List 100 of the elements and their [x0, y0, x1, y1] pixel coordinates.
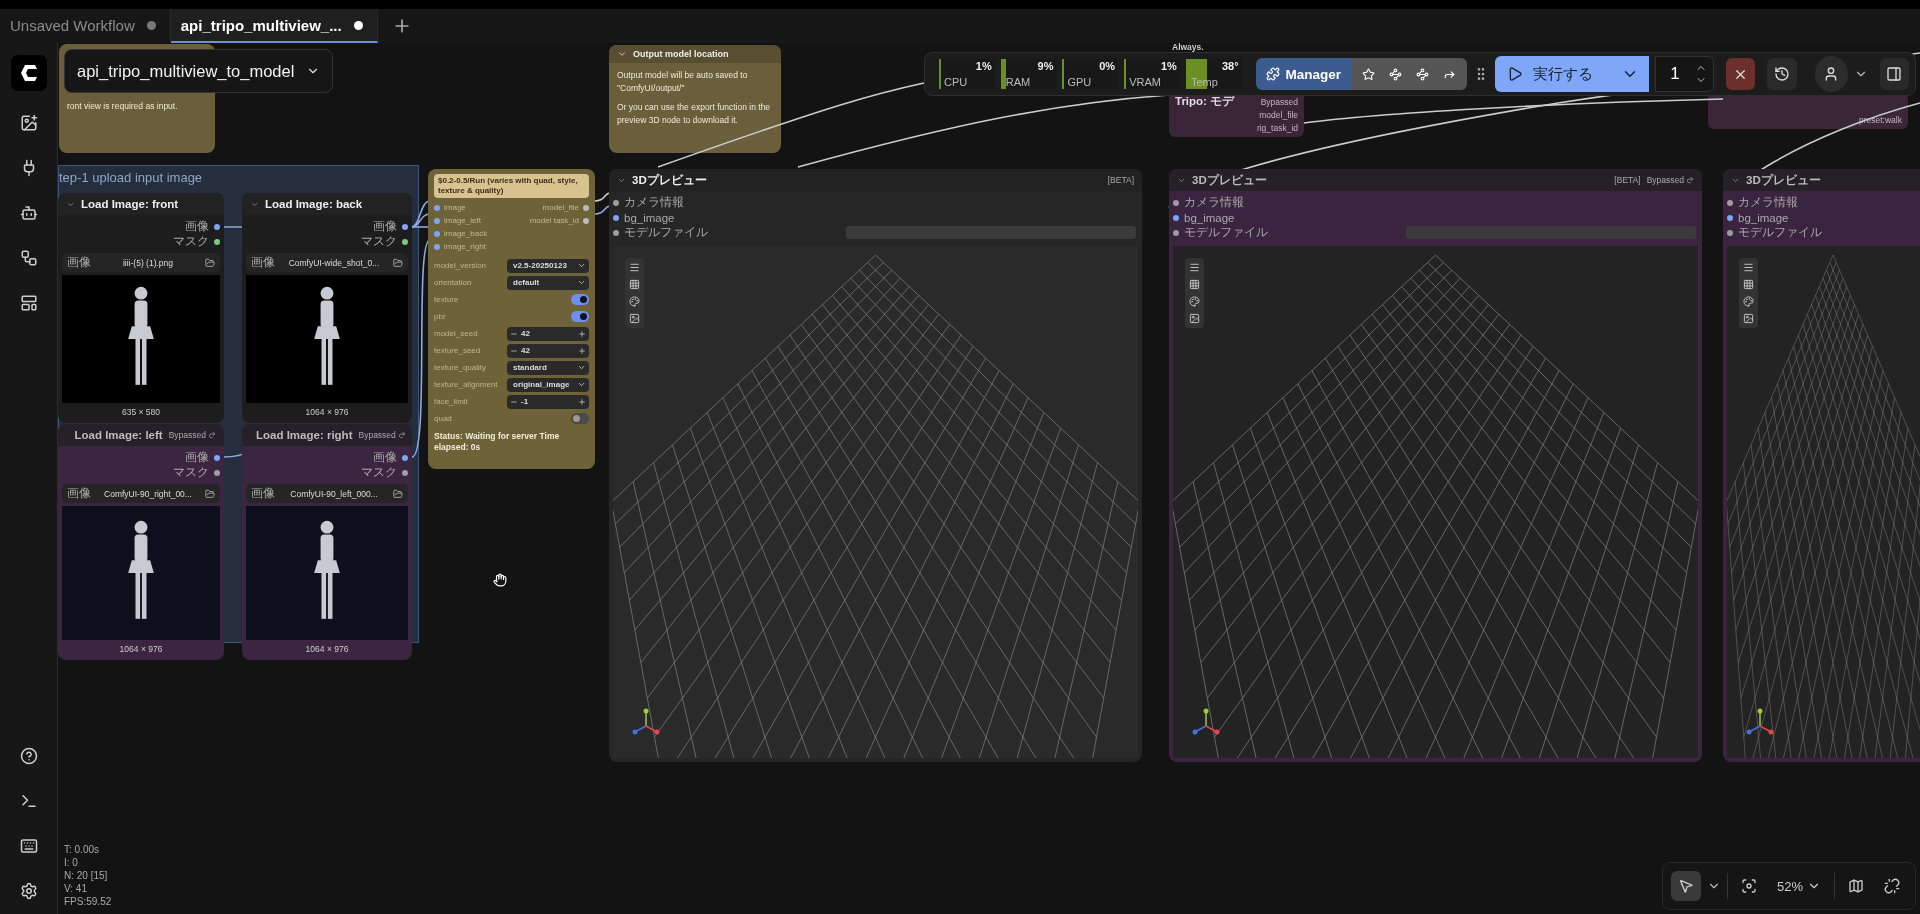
widget-label: pbr: [434, 312, 447, 321]
workflow-tab[interactable]: api_tripo_multiview_...: [170, 9, 378, 43]
slot-dot[interactable]: [1173, 214, 1179, 221]
system-stat-meter: 9% RAM: [1000, 59, 1057, 89]
nodes-icon[interactable]: [1416, 67, 1430, 81]
palette-icon[interactable]: [1743, 296, 1754, 307]
run-button[interactable]: 実行する: [1495, 56, 1650, 92]
image-file-field[interactable]: 画像 ComfyUI-wide_shot_0...: [246, 253, 408, 272]
zoom-menu-button[interactable]: 52%: [1769, 871, 1828, 901]
number-field[interactable]: 42: [507, 326, 589, 341]
grid-icon[interactable]: [1189, 279, 1200, 290]
number-field[interactable]: -1: [507, 394, 589, 409]
template-icon[interactable]: [19, 294, 38, 312]
toggle-switch[interactable]: [571, 413, 589, 424]
image-icon[interactable]: [19, 114, 38, 132]
system-stat-meter: 0% GPU: [1062, 59, 1119, 89]
plus-icon[interactable]: [578, 346, 586, 355]
input-slot-label: モデルファイル: [1738, 225, 1822, 240]
star-icon[interactable]: [1362, 67, 1376, 81]
combo-field[interactable]: v2.5-20250123: [507, 258, 589, 273]
render-stat-text: T: 0.00s: [64, 843, 101, 856]
folder-icon[interactable]: [205, 257, 215, 268]
grid-icon[interactable]: [629, 279, 640, 290]
slot-dot[interactable]: [1727, 214, 1733, 221]
menu-icon[interactable]: [1189, 262, 1200, 273]
image-file-field[interactable]: 画像 ComfyUI-90_right_00...: [62, 484, 220, 503]
image-file-field[interactable]: 画像 iiii-(5) (1).png: [62, 253, 220, 272]
combo-field[interactable]: original_image: [507, 377, 589, 392]
render-stat-text: V: 41: [64, 882, 88, 895]
folder-icon[interactable]: [393, 257, 403, 268]
panel-toggle-button[interactable]: [1879, 58, 1909, 90]
slot-dot[interactable]: [613, 199, 619, 206]
image-size-text: 1064 × 976: [304, 643, 350, 656]
node-title: 3Dプレビュー: [1746, 172, 1822, 188]
nodes-icon[interactable]: [1389, 67, 1403, 81]
pointer-tool-button[interactable]: [1670, 871, 1701, 901]
folder-icon[interactable]: [205, 488, 215, 499]
widget-label: orientation: [434, 278, 473, 287]
redo-icon: [397, 431, 406, 439]
output-slot-label: マスク: [173, 465, 209, 480]
link-wire: [594, 192, 611, 202]
output-slot-label: 画像: [185, 219, 209, 234]
toggle-switch[interactable]: [571, 294, 589, 305]
menu-icon[interactable]: [629, 262, 640, 273]
keyboard-icon[interactable]: [19, 837, 38, 855]
map-icon[interactable]: [1848, 878, 1864, 894]
logo-icon[interactable]: [10, 55, 47, 91]
slot-dot[interactable]: [214, 454, 220, 461]
toggle-switch[interactable]: [571, 311, 589, 322]
image-size-text: 635 × 580: [120, 406, 162, 419]
bypassed-label: Bypassed: [1646, 175, 1694, 185]
workflow-icon[interactable]: [19, 249, 38, 267]
history-button[interactable]: [1767, 58, 1797, 90]
image-file-field[interactable]: 画像 ComfyUI-90_left_000...: [246, 484, 408, 503]
slot-dot[interactable]: [214, 238, 220, 245]
user-button[interactable]: [1814, 56, 1848, 92]
plus-icon[interactable]: [578, 397, 586, 406]
batch-count-field[interactable]: 1: [1655, 56, 1714, 92]
slot-dot[interactable]: [613, 214, 619, 221]
slot-dot[interactable]: [402, 238, 408, 245]
system-stat-meter: 1% VRAM: [1124, 59, 1180, 89]
menu-icon[interactable]: [1743, 262, 1754, 273]
render-stat-text: I: 0: [64, 856, 79, 869]
number-field[interactable]: 42: [507, 343, 589, 358]
robot-icon[interactable]: [19, 204, 38, 222]
workflow-selector[interactable]: api_tripo_multiview_to_model: [64, 49, 333, 93]
image-icon[interactable]: [1743, 313, 1754, 324]
link-wire: [594, 205, 611, 215]
slot-dot[interactable]: [1173, 199, 1179, 206]
manager-button[interactable]: Manager: [1255, 58, 1352, 90]
palette-icon[interactable]: [1189, 296, 1200, 307]
output-slot-label: rig_task_id: [1256, 122, 1298, 133]
image-icon[interactable]: [629, 313, 640, 324]
slot-dot[interactable]: [1173, 229, 1179, 236]
folder-icon[interactable]: [393, 488, 403, 499]
slot-dot[interactable]: [1727, 199, 1733, 206]
puzzle-icon: [1265, 67, 1280, 81]
widget-label: texture_seed: [434, 346, 482, 355]
fit-view-icon[interactable]: [1740, 878, 1757, 894]
slot-dot[interactable]: [214, 223, 220, 230]
slot-dot[interactable]: [214, 469, 220, 476]
terminal-icon[interactable]: [19, 792, 38, 810]
unlink-icon[interactable]: [1884, 878, 1900, 894]
combo-field[interactable]: standard: [507, 360, 589, 375]
palette-icon[interactable]: [629, 296, 640, 307]
slot-dot[interactable]: [402, 223, 408, 230]
cancel-button[interactable]: [1725, 58, 1756, 90]
slot-dot[interactable]: [613, 229, 619, 236]
image-icon[interactable]: [1189, 313, 1200, 324]
settings-icon[interactable]: [19, 882, 38, 900]
widget-label: texture: [434, 295, 460, 304]
plus-icon[interactable]: [578, 329, 586, 338]
help-icon[interactable]: [19, 747, 38, 765]
slot-dot[interactable]: [402, 454, 408, 461]
slot-dot[interactable]: [402, 469, 408, 476]
combo-field[interactable]: default: [507, 275, 589, 290]
slot-dot[interactable]: [1727, 229, 1733, 236]
input-slot-label: bg_image: [624, 211, 675, 224]
grid-icon[interactable]: [1743, 279, 1754, 290]
input-slot-label: モデルファイル: [624, 225, 708, 240]
